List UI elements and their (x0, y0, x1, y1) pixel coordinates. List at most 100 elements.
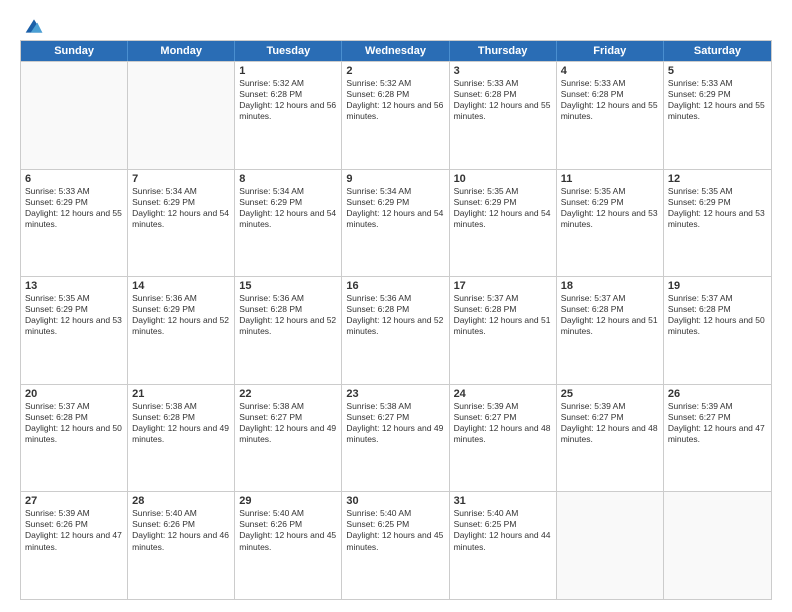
day-number: 31 (454, 495, 552, 507)
day-info: Sunrise: 5:38 AMSunset: 6:27 PMDaylight:… (239, 401, 337, 445)
day-cell-17: 17Sunrise: 5:37 AMSunset: 6:28 PMDayligh… (450, 277, 557, 384)
day-info: Sunrise: 5:40 AMSunset: 6:25 PMDaylight:… (346, 508, 444, 552)
day-cell-11: 11Sunrise: 5:35 AMSunset: 6:29 PMDayligh… (557, 170, 664, 277)
day-info: Sunrise: 5:35 AMSunset: 6:29 PMDaylight:… (668, 186, 767, 230)
empty-cell (664, 492, 771, 599)
day-number: 29 (239, 495, 337, 507)
day-info: Sunrise: 5:34 AMSunset: 6:29 PMDaylight:… (132, 186, 230, 230)
day-cell-28: 28Sunrise: 5:40 AMSunset: 6:26 PMDayligh… (128, 492, 235, 599)
day-info: Sunrise: 5:33 AMSunset: 6:29 PMDaylight:… (25, 186, 123, 230)
day-cell-2: 2Sunrise: 5:32 AMSunset: 6:28 PMDaylight… (342, 62, 449, 169)
day-number: 2 (346, 65, 444, 77)
day-cell-31: 31Sunrise: 5:40 AMSunset: 6:25 PMDayligh… (450, 492, 557, 599)
day-cell-21: 21Sunrise: 5:38 AMSunset: 6:28 PMDayligh… (128, 385, 235, 492)
day-number: 4 (561, 65, 659, 77)
calendar-row-2: 6Sunrise: 5:33 AMSunset: 6:29 PMDaylight… (21, 169, 771, 277)
day-cell-29: 29Sunrise: 5:40 AMSunset: 6:26 PMDayligh… (235, 492, 342, 599)
header-day-monday: Monday (128, 41, 235, 61)
day-cell-1: 1Sunrise: 5:32 AMSunset: 6:28 PMDaylight… (235, 62, 342, 169)
header-day-saturday: Saturday (664, 41, 771, 61)
day-number: 27 (25, 495, 123, 507)
day-number: 16 (346, 280, 444, 292)
day-number: 8 (239, 173, 337, 185)
day-cell-27: 27Sunrise: 5:39 AMSunset: 6:26 PMDayligh… (21, 492, 128, 599)
day-info: Sunrise: 5:34 AMSunset: 6:29 PMDaylight:… (346, 186, 444, 230)
logo (20, 16, 44, 32)
day-info: Sunrise: 5:37 AMSunset: 6:28 PMDaylight:… (561, 293, 659, 337)
day-info: Sunrise: 5:39 AMSunset: 6:27 PMDaylight:… (454, 401, 552, 445)
day-number: 3 (454, 65, 552, 77)
day-number: 6 (25, 173, 123, 185)
day-info: Sunrise: 5:35 AMSunset: 6:29 PMDaylight:… (454, 186, 552, 230)
day-info: Sunrise: 5:37 AMSunset: 6:28 PMDaylight:… (454, 293, 552, 337)
header (20, 16, 772, 32)
day-cell-26: 26Sunrise: 5:39 AMSunset: 6:27 PMDayligh… (664, 385, 771, 492)
day-number: 13 (25, 280, 123, 292)
day-cell-15: 15Sunrise: 5:36 AMSunset: 6:28 PMDayligh… (235, 277, 342, 384)
day-cell-4: 4Sunrise: 5:33 AMSunset: 6:28 PMDaylight… (557, 62, 664, 169)
day-info: Sunrise: 5:34 AMSunset: 6:29 PMDaylight:… (239, 186, 337, 230)
calendar-row-4: 20Sunrise: 5:37 AMSunset: 6:28 PMDayligh… (21, 384, 771, 492)
day-info: Sunrise: 5:33 AMSunset: 6:28 PMDaylight:… (454, 78, 552, 122)
header-day-thursday: Thursday (450, 41, 557, 61)
day-info: Sunrise: 5:33 AMSunset: 6:29 PMDaylight:… (668, 78, 767, 122)
day-info: Sunrise: 5:35 AMSunset: 6:29 PMDaylight:… (561, 186, 659, 230)
day-cell-6: 6Sunrise: 5:33 AMSunset: 6:29 PMDaylight… (21, 170, 128, 277)
day-number: 30 (346, 495, 444, 507)
day-number: 14 (132, 280, 230, 292)
day-number: 12 (668, 173, 767, 185)
day-number: 18 (561, 280, 659, 292)
day-number: 9 (346, 173, 444, 185)
day-number: 22 (239, 388, 337, 400)
day-number: 28 (132, 495, 230, 507)
page: SundayMondayTuesdayWednesdayThursdayFrid… (0, 0, 792, 612)
logo-icon (24, 16, 44, 36)
header-day-tuesday: Tuesday (235, 41, 342, 61)
day-cell-30: 30Sunrise: 5:40 AMSunset: 6:25 PMDayligh… (342, 492, 449, 599)
day-number: 25 (561, 388, 659, 400)
day-number: 20 (25, 388, 123, 400)
day-cell-19: 19Sunrise: 5:37 AMSunset: 6:28 PMDayligh… (664, 277, 771, 384)
day-number: 7 (132, 173, 230, 185)
day-cell-16: 16Sunrise: 5:36 AMSunset: 6:28 PMDayligh… (342, 277, 449, 384)
day-cell-7: 7Sunrise: 5:34 AMSunset: 6:29 PMDaylight… (128, 170, 235, 277)
day-number: 24 (454, 388, 552, 400)
day-cell-12: 12Sunrise: 5:35 AMSunset: 6:29 PMDayligh… (664, 170, 771, 277)
day-number: 5 (668, 65, 767, 77)
empty-cell (128, 62, 235, 169)
calendar-body: 1Sunrise: 5:32 AMSunset: 6:28 PMDaylight… (21, 61, 771, 599)
day-cell-5: 5Sunrise: 5:33 AMSunset: 6:29 PMDaylight… (664, 62, 771, 169)
logo-text (20, 16, 44, 36)
day-info: Sunrise: 5:32 AMSunset: 6:28 PMDaylight:… (239, 78, 337, 122)
day-info: Sunrise: 5:35 AMSunset: 6:29 PMDaylight:… (25, 293, 123, 337)
day-info: Sunrise: 5:36 AMSunset: 6:28 PMDaylight:… (346, 293, 444, 337)
day-cell-18: 18Sunrise: 5:37 AMSunset: 6:28 PMDayligh… (557, 277, 664, 384)
day-info: Sunrise: 5:37 AMSunset: 6:28 PMDaylight:… (25, 401, 123, 445)
calendar-header: SundayMondayTuesdayWednesdayThursdayFrid… (21, 41, 771, 61)
day-info: Sunrise: 5:33 AMSunset: 6:28 PMDaylight:… (561, 78, 659, 122)
empty-cell (557, 492, 664, 599)
day-number: 21 (132, 388, 230, 400)
day-cell-10: 10Sunrise: 5:35 AMSunset: 6:29 PMDayligh… (450, 170, 557, 277)
day-number: 1 (239, 65, 337, 77)
day-info: Sunrise: 5:32 AMSunset: 6:28 PMDaylight:… (346, 78, 444, 122)
day-info: Sunrise: 5:40 AMSunset: 6:26 PMDaylight:… (132, 508, 230, 552)
day-cell-24: 24Sunrise: 5:39 AMSunset: 6:27 PMDayligh… (450, 385, 557, 492)
empty-cell (21, 62, 128, 169)
day-number: 15 (239, 280, 337, 292)
day-cell-13: 13Sunrise: 5:35 AMSunset: 6:29 PMDayligh… (21, 277, 128, 384)
calendar: SundayMondayTuesdayWednesdayThursdayFrid… (20, 40, 772, 600)
day-info: Sunrise: 5:39 AMSunset: 6:26 PMDaylight:… (25, 508, 123, 552)
day-cell-8: 8Sunrise: 5:34 AMSunset: 6:29 PMDaylight… (235, 170, 342, 277)
day-info: Sunrise: 5:37 AMSunset: 6:28 PMDaylight:… (668, 293, 767, 337)
header-day-wednesday: Wednesday (342, 41, 449, 61)
day-info: Sunrise: 5:36 AMSunset: 6:28 PMDaylight:… (239, 293, 337, 337)
day-cell-3: 3Sunrise: 5:33 AMSunset: 6:28 PMDaylight… (450, 62, 557, 169)
day-info: Sunrise: 5:40 AMSunset: 6:26 PMDaylight:… (239, 508, 337, 552)
day-cell-23: 23Sunrise: 5:38 AMSunset: 6:27 PMDayligh… (342, 385, 449, 492)
day-number: 10 (454, 173, 552, 185)
day-number: 17 (454, 280, 552, 292)
day-info: Sunrise: 5:39 AMSunset: 6:27 PMDaylight:… (561, 401, 659, 445)
calendar-row-5: 27Sunrise: 5:39 AMSunset: 6:26 PMDayligh… (21, 491, 771, 599)
calendar-row-3: 13Sunrise: 5:35 AMSunset: 6:29 PMDayligh… (21, 276, 771, 384)
